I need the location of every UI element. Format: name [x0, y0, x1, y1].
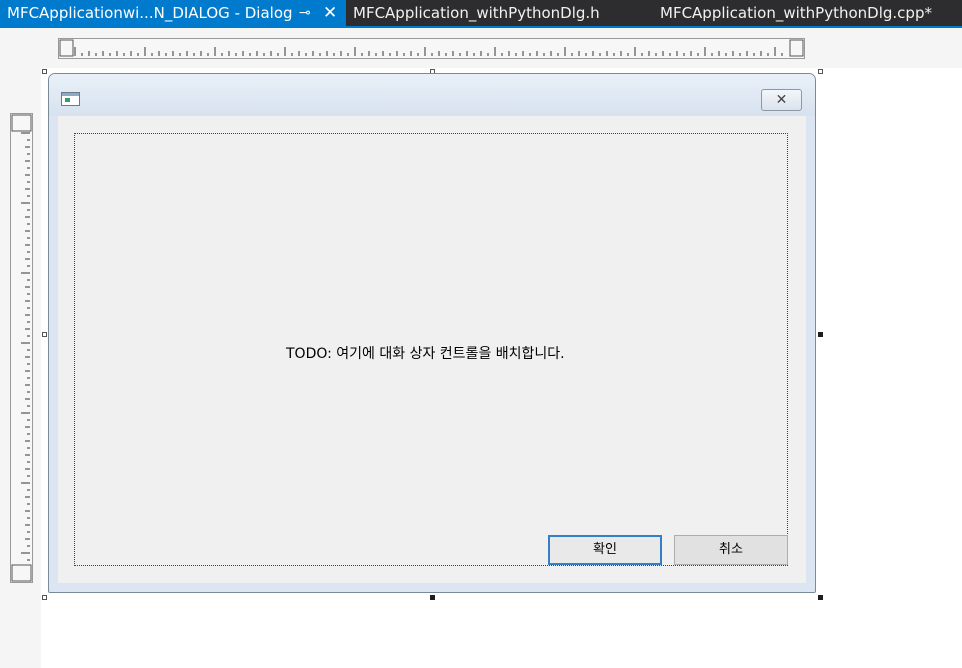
resize-handle-left[interactable] — [42, 332, 47, 337]
close-icon: ✕ — [775, 92, 788, 108]
resize-handle-top-right[interactable] — [818, 69, 823, 74]
tab-label: MFCApplicationwi...N_DIALOG - Dialog — [7, 4, 293, 22]
dialog-close-button[interactable]: ✕ — [761, 89, 802, 111]
dialog-app-icon — [61, 92, 80, 106]
resize-handle-bottom-left[interactable] — [42, 595, 47, 600]
dialog-client-area[interactable]: TODO: 여기에 대화 상자 컨트롤을 배치합니다. 확인 취소 — [58, 116, 806, 583]
dialog-title-bar[interactable]: ✕ — [49, 74, 815, 116]
tab-header-file[interactable]: MFCApplication_withPythonDlg.h — [353, 0, 600, 26]
dialog-window[interactable]: ✕ TODO: 여기에 대화 상자 컨트롤을 배치합니다. 확인 취소 — [48, 73, 816, 593]
vertical-ruler[interactable] — [10, 113, 33, 583]
tab-source-file[interactable]: MFCApplication_withPythonDlg.cpp* — [660, 0, 932, 26]
ruler-start-marker — [59, 39, 74, 57]
resize-handle-bottom-right[interactable] — [818, 595, 823, 600]
resize-handle-right[interactable] — [818, 332, 823, 337]
ok-button[interactable]: 확인 — [548, 535, 662, 565]
ruler-end-marker — [789, 39, 804, 57]
cancel-button[interactable]: 취소 — [674, 535, 788, 565]
resize-handle-top-left[interactable] — [42, 69, 47, 74]
tab-dialog-resource[interactable]: MFCApplicationwi...N_DIALOG - Dialog ⊸ ✕ — [0, 0, 346, 26]
ruler-end-marker — [11, 564, 32, 582]
resize-handle-bottom[interactable] — [430, 595, 435, 600]
close-icon[interactable]: ✕ — [323, 0, 337, 27]
pin-icon[interactable]: ⊸ — [299, 0, 311, 27]
horizontal-ruler-ticks — [59, 39, 804, 57]
ruler-start-marker — [11, 114, 32, 132]
vertical-ruler-ticks — [11, 114, 32, 582]
horizontal-ruler[interactable] — [58, 38, 805, 59]
todo-static-text[interactable]: TODO: 여기에 대화 상자 컨트롤을 배치합니다. — [286, 343, 565, 363]
document-tab-strip: MFCApplicationwi...N_DIALOG - Dialog ⊸ ✕… — [0, 0, 962, 28]
